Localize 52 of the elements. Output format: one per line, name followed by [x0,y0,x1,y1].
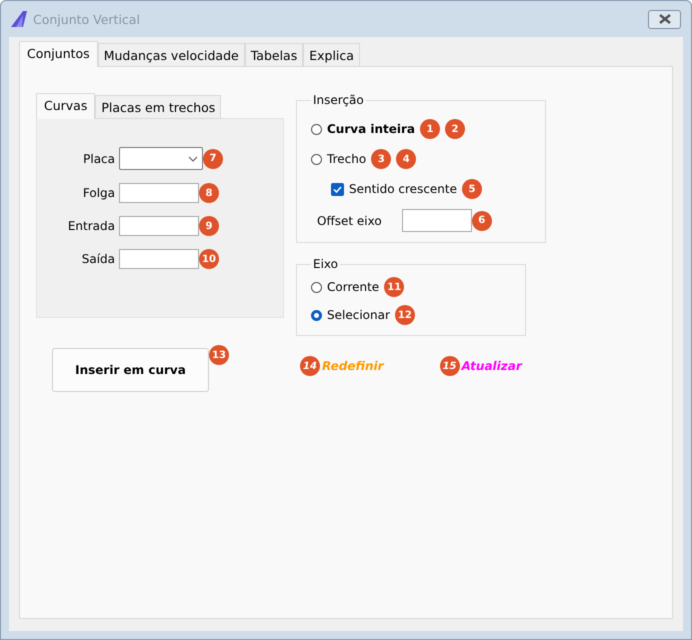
field-label: Placa [82,152,115,166]
option-label: Selecionar [327,308,390,322]
number-badge: 8 [199,183,219,203]
field-label: Saída [80,252,115,266]
input-field[interactable] [402,209,472,232]
insert-button[interactable]: Inserir em curva [52,348,209,392]
tab[interactable]: Conjuntos [19,41,98,67]
input-field[interactable] [119,216,199,236]
group-title: Inserção [312,93,365,107]
number-badge: 13 [209,345,229,365]
link[interactable]: 15 Atualizar [440,356,522,376]
checkbox[interactable] [331,182,344,196]
tab[interactable]: Explica [303,43,360,67]
number-badge: 2 [445,119,466,139]
radio-button[interactable] [311,124,322,134]
chevron-down-icon [188,156,198,162]
window-title: Conjunto Vertical [33,12,141,26]
input-field[interactable] [119,249,199,269]
checkbox-label: Sentido crescente [349,182,457,196]
number-badge: 6 [472,210,492,230]
close-icon [658,14,672,24]
option-label: Corrente [327,280,380,294]
option-label: Curva inteira [327,122,416,136]
dropdown-field[interactable] [119,147,203,170]
close-button[interactable] [648,10,681,28]
radio-button[interactable] [311,154,322,164]
radio-button[interactable] [311,282,322,292]
group-title: Eixo [312,257,339,271]
number-badge: 10 [199,249,219,269]
checkmark-icon [333,186,342,192]
number-badge: 11 [384,277,404,297]
number-badge: 14 [300,356,320,376]
option-label: Trecho [327,152,366,166]
field-label: Offset eixo [317,214,382,228]
app-logo-icon [11,11,27,27]
number-badge: 9 [199,216,219,236]
field-label: Entrada [66,219,115,233]
link[interactable]: 14 Redefinir [300,356,384,376]
tab[interactable]: Tabelas [244,43,304,67]
number-badge: 3 [371,149,392,169]
number-badge: 15 [440,356,460,376]
number-badge: 7 [203,148,223,168]
number-badge: 12 [394,305,415,325]
number-badge: 4 [396,149,416,169]
tab[interactable]: Mudanças velocidade [98,43,245,67]
radio-button[interactable] [311,310,322,320]
tab[interactable]: Placas em trechos [95,95,222,119]
field-label: Folga [82,186,115,200]
tab[interactable]: Curvas [36,93,96,119]
number-badge: 1 [420,119,440,139]
input-field[interactable] [119,183,199,203]
number-badge: 5 [462,179,482,199]
